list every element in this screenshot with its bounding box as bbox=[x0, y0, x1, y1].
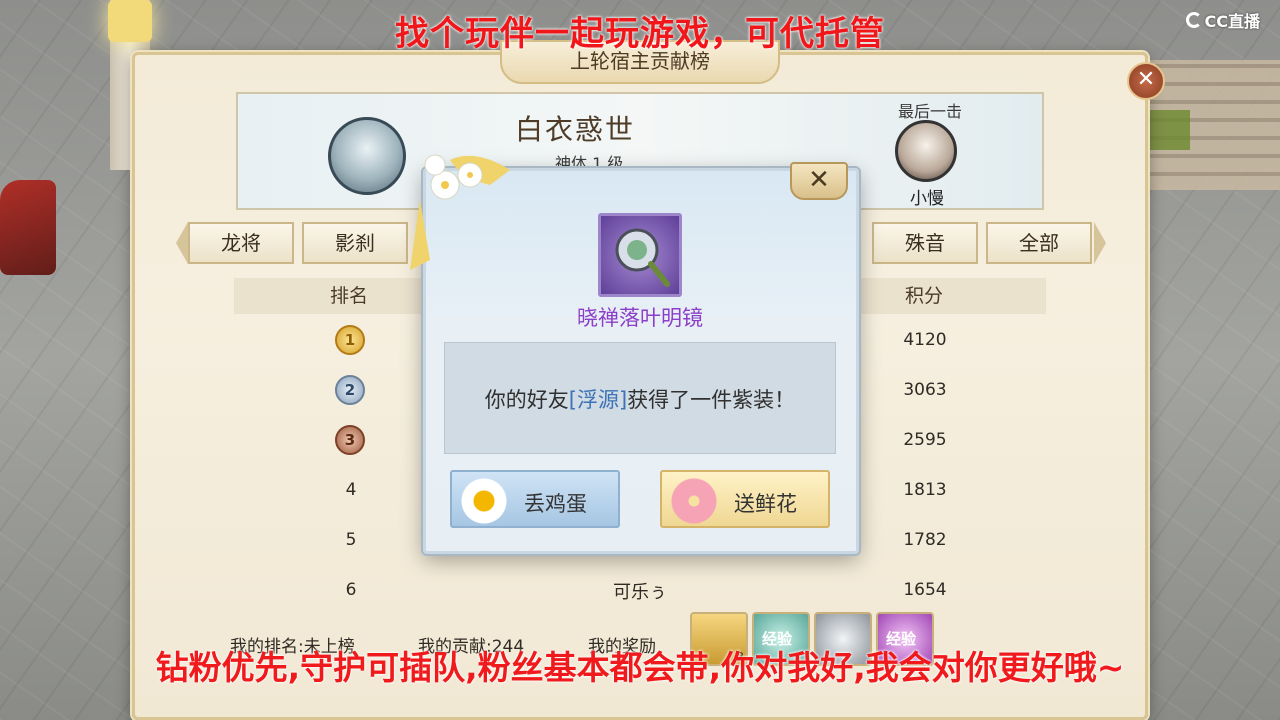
mirror-icon bbox=[615, 228, 670, 287]
flower-icon bbox=[668, 476, 720, 526]
rank-2-medal-icon: 2 bbox=[335, 375, 365, 405]
row-4-score: 1813 bbox=[903, 480, 947, 500]
tabs-right-arrow-icon[interactable] bbox=[1094, 222, 1106, 264]
throw-egg-label: 丢鸡蛋 bbox=[524, 492, 587, 516]
row-4-rank: 4 bbox=[345, 480, 357, 500]
row-2-score: 3063 bbox=[903, 380, 947, 400]
send-flower-button[interactable]: 送鲜花 bbox=[660, 470, 830, 528]
tab-all[interactable]: 全部 bbox=[986, 222, 1092, 264]
last-hit-label: 最后一击 bbox=[897, 102, 962, 121]
friend-name-link[interactable]: [浮源] bbox=[569, 388, 627, 412]
message-prefix: 你的好友 bbox=[484, 388, 569, 412]
notification-message: 你的好友[浮源]获得了一件紫装！ bbox=[444, 384, 836, 414]
stream-top-banner: 找个玩伴一起玩游戏，可代托管 bbox=[395, 14, 885, 54]
row-6-name: 可乐ぅ bbox=[613, 582, 667, 603]
egg-icon bbox=[458, 476, 510, 526]
row-1-score: 4120 bbox=[903, 330, 947, 350]
row-5-score: 1782 bbox=[903, 530, 947, 550]
message-suffix: 获得了一件紫装！ bbox=[627, 388, 796, 412]
cc-live-logo: CC直播 bbox=[1185, 8, 1261, 32]
tab-shuyin[interactable]: 殊音 bbox=[872, 222, 978, 264]
tab-yingsha[interactable]: 影刹 bbox=[302, 222, 408, 264]
send-flower-label: 送鲜花 bbox=[734, 492, 797, 516]
column-score: 积分 bbox=[905, 285, 944, 307]
row-3-score: 2595 bbox=[903, 430, 947, 450]
tabs-left-arrow-icon[interactable] bbox=[176, 222, 188, 264]
purple-item-icon[interactable] bbox=[598, 213, 682, 297]
throw-egg-button[interactable]: 丢鸡蛋 bbox=[450, 470, 620, 528]
row-6-score: 1654 bbox=[903, 580, 947, 600]
panel-close-icon[interactable]: ✕ bbox=[1127, 62, 1165, 100]
boss-avatar bbox=[328, 117, 406, 195]
column-rank: 排名 bbox=[330, 285, 369, 307]
item-name: 晓禅落叶明镜 bbox=[577, 306, 703, 330]
rank-3-medal-icon: 3 bbox=[335, 425, 365, 455]
row-6-rank: 6 bbox=[345, 580, 357, 600]
flower-decoration-icon bbox=[410, 154, 510, 270]
popup-close-button[interactable]: ✕ bbox=[790, 162, 848, 200]
cc-logo-icon bbox=[1185, 12, 1202, 28]
stream-bottom-banner: 钻粉优先,守护可插队,粉丝基本都会带,你对我好,我会对你更好哦~ bbox=[155, 648, 1125, 687]
row-5-rank: 5 bbox=[345, 530, 357, 550]
cc-logo-text: CC直播 bbox=[1204, 12, 1261, 31]
background-character bbox=[0, 180, 56, 275]
rank-1-medal-icon: 1 bbox=[335, 325, 365, 355]
last-hit-player: 小慢 bbox=[910, 189, 944, 209]
tab-longjiang[interactable]: 龙将 bbox=[188, 222, 294, 264]
last-hit-avatar[interactable] bbox=[895, 120, 957, 182]
